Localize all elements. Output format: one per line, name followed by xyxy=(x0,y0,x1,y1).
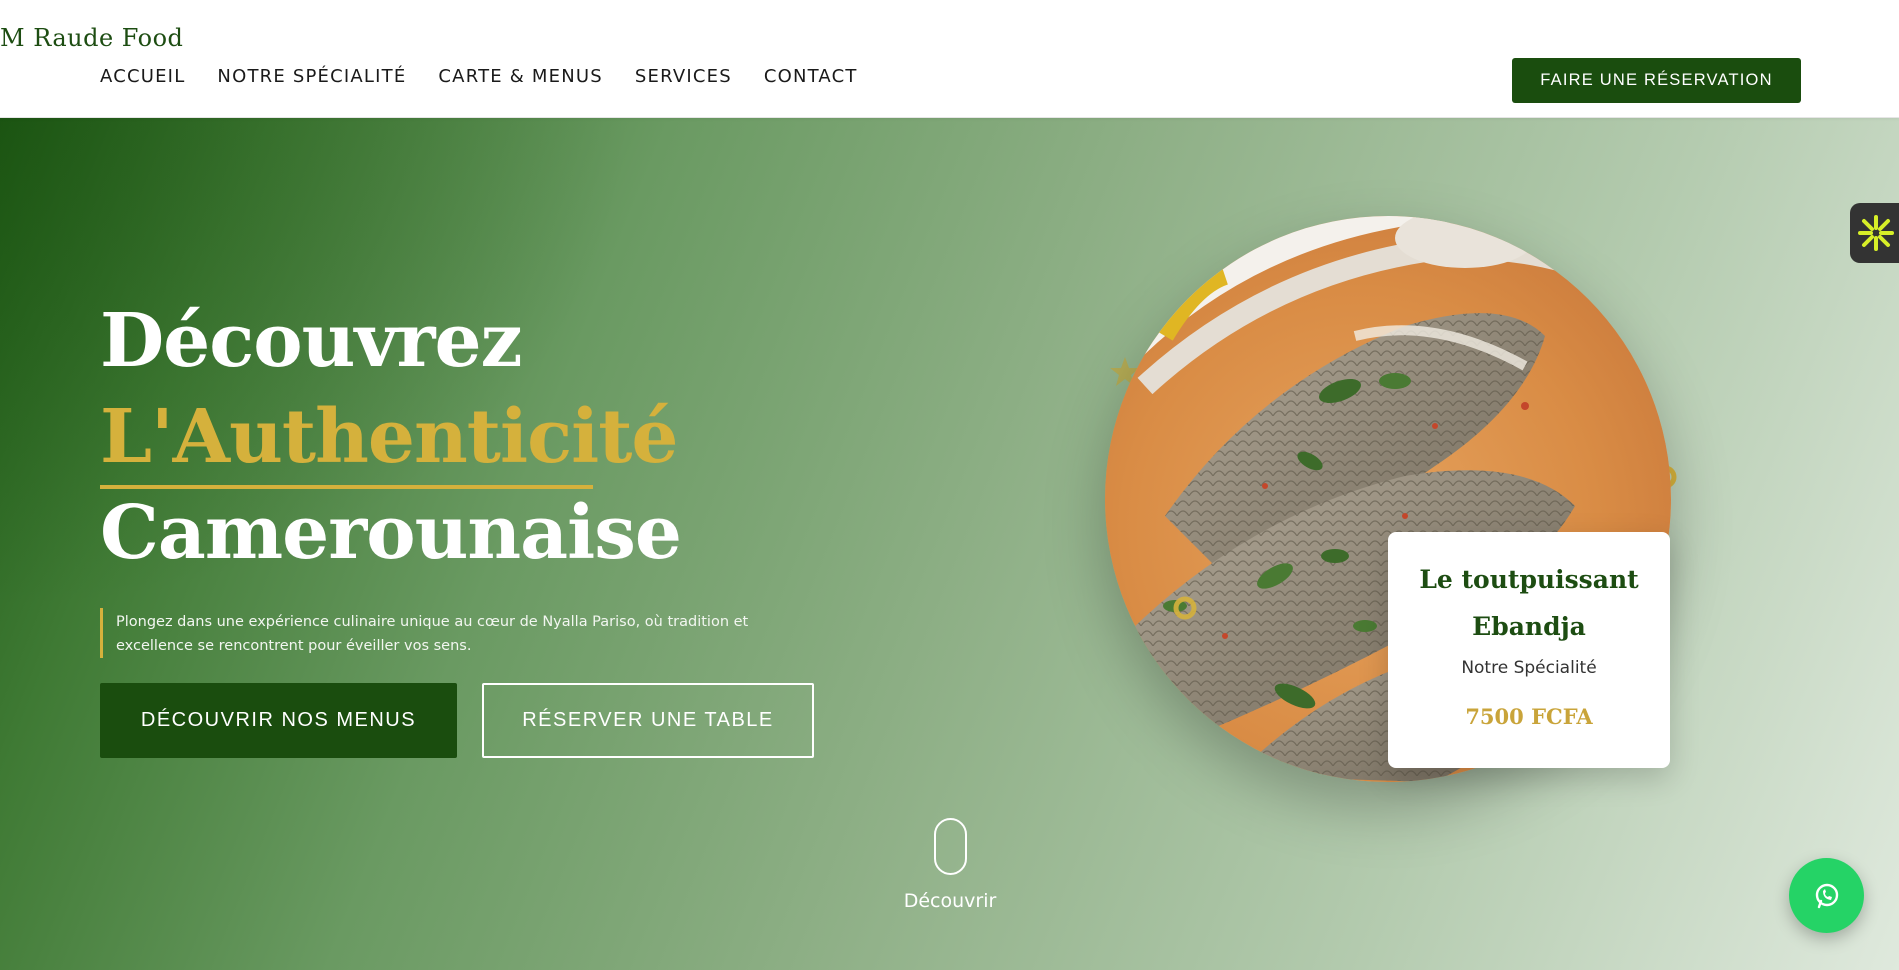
scroll-label[interactable]: Découvrir xyxy=(850,890,1050,912)
specialty-card: Le toutpuissant Ebandja Notre Spécialité… xyxy=(1388,532,1670,768)
mouse-scroll-icon[interactable] xyxy=(934,818,967,875)
nav-item-accueil[interactable]: ACCUEIL xyxy=(100,66,185,87)
whatsapp-button[interactable] xyxy=(1789,858,1864,933)
reservation-button[interactable]: FAIRE UNE RÉSERVATION xyxy=(1512,58,1801,103)
discover-menus-button[interactable]: DÉCOUVRIR NOS MENUS xyxy=(100,683,457,758)
hero-heading-line-3: Camerounaise xyxy=(100,490,682,576)
hero-lead-text: Plongez dans une expérience culinaire un… xyxy=(116,614,749,654)
hero-section: Découvrez L'Authenticité Camerounaise Pl… xyxy=(0,118,1899,970)
nav-item-carte-menus[interactable]: CARTE & MENUS xyxy=(438,66,603,87)
lead-accent-bar xyxy=(100,608,103,658)
specialty-subtitle: Notre Spécialité xyxy=(1461,658,1597,678)
reserve-table-button[interactable]: RÉSERVER UNE TABLE xyxy=(482,683,814,758)
main-nav: ACCUEIL NOTRE SPÉCIALITÉ CARTE & MENUS S… xyxy=(100,66,858,87)
nav-item-services[interactable]: SERVICES xyxy=(635,66,732,87)
specialty-title: Le toutpuissant Ebandja xyxy=(1419,565,1639,641)
whatsapp-icon xyxy=(1815,883,1838,908)
site-header: M Raude Food ACCUEIL NOTRE SPÉCIALITÉ CA… xyxy=(0,0,1899,118)
nav-item-contact[interactable]: CONTACT xyxy=(764,66,858,87)
brand-logo[interactable]: M Raude Food xyxy=(0,24,183,52)
accessibility-asterisk-icon xyxy=(1858,215,1894,251)
hero-heading-line-2: L'Authenticité xyxy=(100,394,678,480)
specialty-price: 7500 FCFA xyxy=(1465,704,1593,729)
nav-item-notre-specialite[interactable]: NOTRE SPÉCIALITÉ xyxy=(217,66,406,87)
hero-heading-line-1: Découvrez xyxy=(100,298,523,384)
accessibility-widget-button[interactable] xyxy=(1850,203,1899,263)
